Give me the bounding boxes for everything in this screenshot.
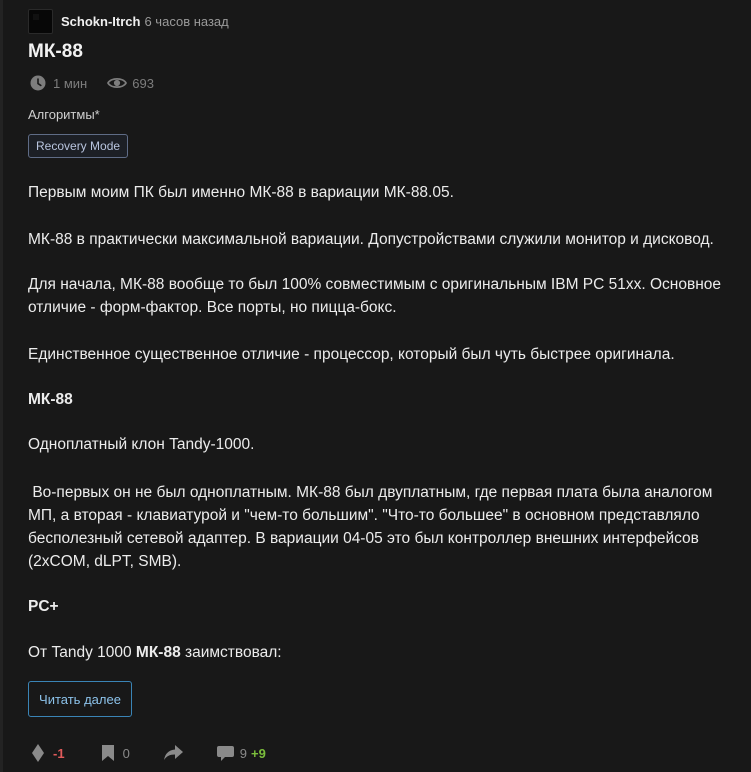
reading-time: 1 мин [53, 75, 88, 91]
paragraph: МК-88 в практически максимальной вариаци… [28, 231, 714, 248]
tag-recovery-mode[interactable]: Recovery Mode [28, 134, 129, 158]
paragraph-bold-text: МК-88 [135, 644, 181, 661]
section-heading: МК-88 [28, 391, 73, 408]
section-heading: PC+ [28, 598, 59, 615]
paragraph: Во-первых он не был одноплатным. МК-88 б… [28, 484, 717, 570]
bookmark-icon[interactable] [101, 745, 114, 761]
paragraph-text: заимствовал: [180, 644, 282, 661]
avatar[interactable] [28, 8, 53, 34]
clock-icon [30, 75, 46, 91]
share-icon[interactable] [163, 745, 183, 761]
views-count: 693 [132, 75, 154, 91]
share-control[interactable] [163, 745, 183, 761]
comment-icon[interactable] [216, 745, 234, 761]
paragraph-text: От Tandy 1000 [28, 644, 136, 661]
new-comments-count: +9 [251, 745, 266, 761]
post-card: Schokn-Itrch 6 часов назад МК-88 1 мин 6… [0, 0, 751, 772]
rating-icon[interactable] [32, 744, 44, 762]
post-title[interactable]: МК-88 [28, 41, 83, 63]
rating-control[interactable]: -1 [32, 744, 65, 762]
read-more-button[interactable]: Читать далее [28, 681, 132, 717]
comments-count: 9 [239, 745, 248, 761]
comments-control[interactable]: 9 +9 [216, 745, 266, 761]
eye-icon [107, 76, 128, 90]
paragraph: Единственное существенное отличие - проц… [28, 346, 675, 363]
rating-value: -1 [53, 745, 65, 761]
post-time[interactable]: 6 часов назад [144, 14, 228, 29]
post-meta: 1 мин 693 [30, 75, 154, 91]
bookmarks-count: 0 [122, 745, 130, 761]
paragraph: Для начала, МК-88 вообще то был 100% сов… [28, 276, 722, 316]
paragraph: Одноплатный клон Tandy-1000. [28, 436, 255, 453]
paragraph: От Tandy 1000 МК-88 заимствовал: [28, 641, 282, 664]
post-header: Schokn-Itrch 6 часов назад [28, 8, 229, 34]
post-footer: -1 0 9 +9 [32, 742, 266, 764]
hub-link[interactable]: Алгоритмы* [28, 107, 100, 122]
author-name[interactable]: Schokn-Itrch [61, 14, 140, 29]
bookmark-control[interactable]: 0 [101, 745, 130, 761]
paragraph: Первым моим ПК был именно МК-88 в вариац… [28, 184, 454, 201]
